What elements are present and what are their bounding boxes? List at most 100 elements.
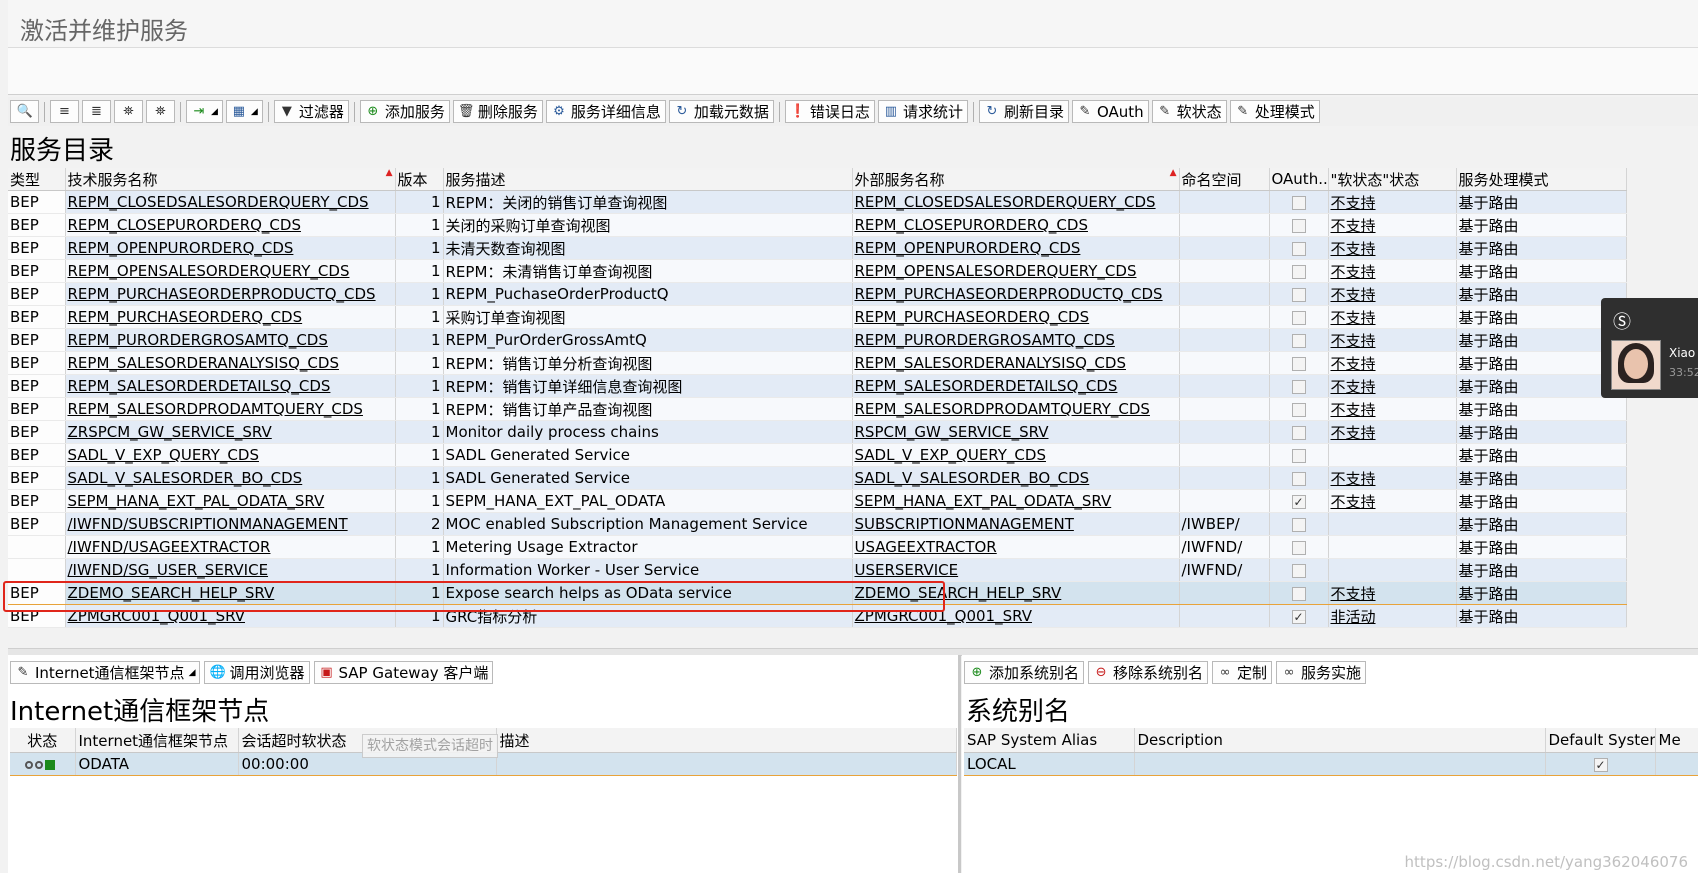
notification-popup[interactable]: Ⓢ Xiao 33:52	[1601, 298, 1698, 398]
soft-state-cell[interactable]: 不支持	[1328, 236, 1457, 260]
call-browser-button[interactable]: 🌐 调用浏览器	[204, 661, 310, 684]
soft-state-cell[interactable]: 不支持	[1328, 466, 1457, 490]
detail-icon-button[interactable]: 🔍	[10, 100, 39, 123]
soft-state-cell[interactable]: 不支持	[1328, 397, 1457, 421]
default-system-checkbox[interactable]: ✓	[1593, 757, 1608, 772]
soft-state-button[interactable]: ✎ 软状态	[1151, 100, 1227, 123]
table-row[interactable]: BEP REPM_CLOSEDSALESORDERQUERY_CDS 1 REPM：关…	[8, 190, 1627, 214]
table-row[interactable]: BEP ZRSPCM_GW_SERVICE_SRV 1 Monitor daily p…	[8, 420, 1627, 444]
oauth-checkbox[interactable]	[1291, 241, 1306, 256]
table-row[interactable]: BEP SEPM_HANA_EXT_PAL_ODATA_SRV 1 SEPM_HANA…	[8, 489, 1627, 513]
col-header-tech-name[interactable]: 技术服务名称 ▲	[65, 168, 396, 191]
table-row[interactable]: BEP REPM_OPENPURORDERQ_CDS 1 未清天数查询视图 REPM_O…	[8, 236, 1627, 260]
tech-name-cell[interactable]: SADL_V_SALESORDER_BO_CDS	[65, 466, 396, 490]
service-impl-button[interactable]: ∞ 服务实施	[1276, 661, 1367, 684]
oauth-checkbox[interactable]	[1291, 471, 1306, 486]
error-log-button[interactable]: ❗ 错误日志	[784, 100, 875, 123]
table-row[interactable]: BEP REPM_SALESORDERDETAILSQ_CDS 1 REPM：销售订单…	[8, 374, 1627, 398]
table-row[interactable]: BEP SADL_V_SALESORDER_BO_CDS 1 SADL Generat…	[8, 466, 1627, 490]
service-details-button[interactable]: ⚙ 服务详细信息	[545, 100, 666, 123]
oauth-cell[interactable]	[1269, 397, 1329, 421]
soft-state-cell[interactable]: 不支持	[1328, 305, 1457, 329]
table-row[interactable]: BEP REPM_PURCHASEORDERQ_CDS 1 采购订单查询视图 REPM_…	[8, 305, 1627, 329]
delete-service-button[interactable]: 🗑 删除服务	[452, 100, 543, 123]
find-button[interactable]: ⛯	[114, 100, 143, 123]
table-row[interactable]: /IWFND/SG_USER_SERVICE 1 Information Worke…	[8, 558, 1627, 582]
ext-name-cell[interactable]: SEPM_HANA_EXT_PAL_ODATA_SRV	[852, 489, 1180, 513]
soft-state-cell[interactable]: 不支持	[1328, 328, 1457, 352]
tech-name-cell[interactable]: REPM_PURCHASEORDERQ_CDS	[65, 305, 396, 329]
table-row[interactable]: BEP REPM_SALESORDERANALYSISQ_CDS 1 REPM：销售订…	[8, 351, 1627, 375]
oauth-cell[interactable]	[1269, 443, 1329, 467]
oauth-checkbox[interactable]: ✓	[1291, 494, 1306, 509]
default-system-cell[interactable]: ✓	[1545, 752, 1656, 776]
ext-name-cell[interactable]: SADL_V_SALESORDER_BO_CDS	[852, 466, 1180, 490]
oauth-checkbox[interactable]	[1291, 356, 1306, 371]
ext-name-cell[interactable]: REPM_SALESORDPRODAMTQUERY_CDS	[852, 397, 1180, 421]
remove-alias-button[interactable]: ⊖ 移除系统别名	[1088, 661, 1209, 684]
col-header-description[interactable]: Description	[1134, 728, 1546, 753]
col-header-icf-node[interactable]: Internet通信框架节点	[75, 728, 239, 753]
oauth-checkbox[interactable]	[1291, 195, 1306, 210]
oauth-checkbox[interactable]	[1291, 379, 1306, 394]
col-header-namespace[interactable]: 命名空间	[1179, 168, 1270, 191]
load-metadata-button[interactable]: ↻ 加载元数据	[668, 100, 774, 123]
tech-name-cell[interactable]: /IWFND/USAGEEXTRACTOR	[65, 535, 396, 559]
oauth-cell[interactable]: ✓	[1269, 604, 1329, 628]
ext-name-cell[interactable]: REPM_CLOSEDSALESORDERQUERY_CDS	[852, 190, 1180, 214]
tech-name-cell[interactable]: REPM_OPENSALESORDERQUERY_CDS	[65, 259, 396, 283]
oauth-cell[interactable]	[1269, 213, 1329, 237]
ext-name-cell[interactable]: USERSERVICE	[852, 558, 1180, 582]
table-row[interactable]: BEP REPM_CLOSEPURORDERQ_CDS 1 关闭的采购订单查询视图 RE…	[8, 213, 1627, 237]
customize-button[interactable]: ∞ 定制	[1212, 661, 1273, 684]
soft-state-cell[interactable]	[1328, 535, 1457, 559]
soft-state-cell[interactable]: 不支持	[1328, 351, 1457, 375]
col-header-alias[interactable]: SAP System Alias	[964, 728, 1135, 753]
table-row[interactable]: BEP SADL_V_EXP_QUERY_CDS 1 SADL Generated S…	[8, 443, 1627, 467]
col-header-version[interactable]: 版本	[395, 168, 444, 191]
oauth-checkbox[interactable]: ✓	[1291, 609, 1306, 624]
oauth-checkbox[interactable]	[1291, 586, 1306, 601]
oauth-cell[interactable]	[1269, 466, 1329, 490]
oauth-checkbox[interactable]	[1291, 448, 1306, 463]
oauth-checkbox[interactable]	[1291, 264, 1306, 279]
tech-name-cell[interactable]: REPM_OPENPURORDERQ_CDS	[65, 236, 396, 260]
oauth-cell[interactable]	[1269, 282, 1329, 306]
oauth-cell[interactable]	[1269, 305, 1329, 329]
tech-name-cell[interactable]: REPM_PURCHASEORDERPRODUCTQ_CDS	[65, 282, 396, 306]
ext-name-cell[interactable]: SADL_V_EXP_QUERY_CDS	[852, 443, 1180, 467]
soft-state-cell[interactable]: 非活动	[1328, 604, 1457, 628]
ext-name-cell[interactable]: SUBSCRIPTIONMANAGEMENT	[852, 512, 1180, 536]
tech-name-cell[interactable]: REPM_SALESORDPRODAMTQUERY_CDS	[65, 397, 396, 421]
refresh-catalog-button[interactable]: ↻ 刷新目录	[978, 100, 1069, 123]
table-row[interactable]: BEP REPM_PURCHASEORDERPRODUCTQ_CDS 1 REPM_P…	[8, 282, 1627, 306]
col-header-me[interactable]: Me	[1655, 728, 1698, 753]
soft-state-cell[interactable]: 不支持	[1328, 374, 1457, 398]
col-header-ext-name[interactable]: 外部服务名称 ▲	[852, 168, 1180, 191]
oauth-cell[interactable]	[1269, 351, 1329, 375]
soft-state-cell[interactable]: 不支持	[1328, 420, 1457, 444]
soft-state-cell[interactable]: 不支持	[1328, 259, 1457, 283]
col-header-type[interactable]: 类型	[8, 168, 66, 191]
soft-state-cell[interactable]	[1328, 512, 1457, 536]
oauth-button[interactable]: ✎ OAuth	[1071, 100, 1149, 123]
tech-name-cell[interactable]: ZRSPCM_GW_SERVICE_SRV	[65, 420, 396, 444]
oauth-checkbox[interactable]	[1291, 517, 1306, 532]
processing-mode-button[interactable]: ✎ 处理模式	[1229, 100, 1320, 123]
layout-button[interactable]: ▦ ◢	[225, 100, 263, 123]
tech-name-cell[interactable]: REPM_CLOSEDSALESORDERQUERY_CDS	[65, 190, 396, 214]
oauth-cell[interactable]	[1269, 558, 1329, 582]
oauth-cell[interactable]	[1269, 374, 1329, 398]
request-stats-button[interactable]: ▥ 请求统计	[877, 100, 968, 123]
soft-state-cell[interactable]: 不支持	[1328, 213, 1457, 237]
tech-name-cell[interactable]: SEPM_HANA_EXT_PAL_ODATA_SRV	[65, 489, 396, 513]
oauth-checkbox[interactable]	[1291, 563, 1306, 578]
table-row[interactable]: BEP REPM_SALESORDPRODAMTQUERY_CDS 1 REPM：销售…	[8, 397, 1627, 421]
ext-name-cell[interactable]: REPM_OPENPURORDERQ_CDS	[852, 236, 1180, 260]
col-header-default-system[interactable]: Default System	[1545, 728, 1656, 753]
col-header-description[interactable]: 服务描述	[443, 168, 853, 191]
ext-name-cell[interactable]: REPM_CLOSEPURORDERQ_CDS	[852, 213, 1180, 237]
tech-name-cell[interactable]: REPM_SALESORDERDETAILSQ_CDS	[65, 374, 396, 398]
ext-name-cell[interactable]: REPM_PURORDERGROSAMTQ_CDS	[852, 328, 1180, 352]
oauth-cell[interactable]	[1269, 535, 1329, 559]
